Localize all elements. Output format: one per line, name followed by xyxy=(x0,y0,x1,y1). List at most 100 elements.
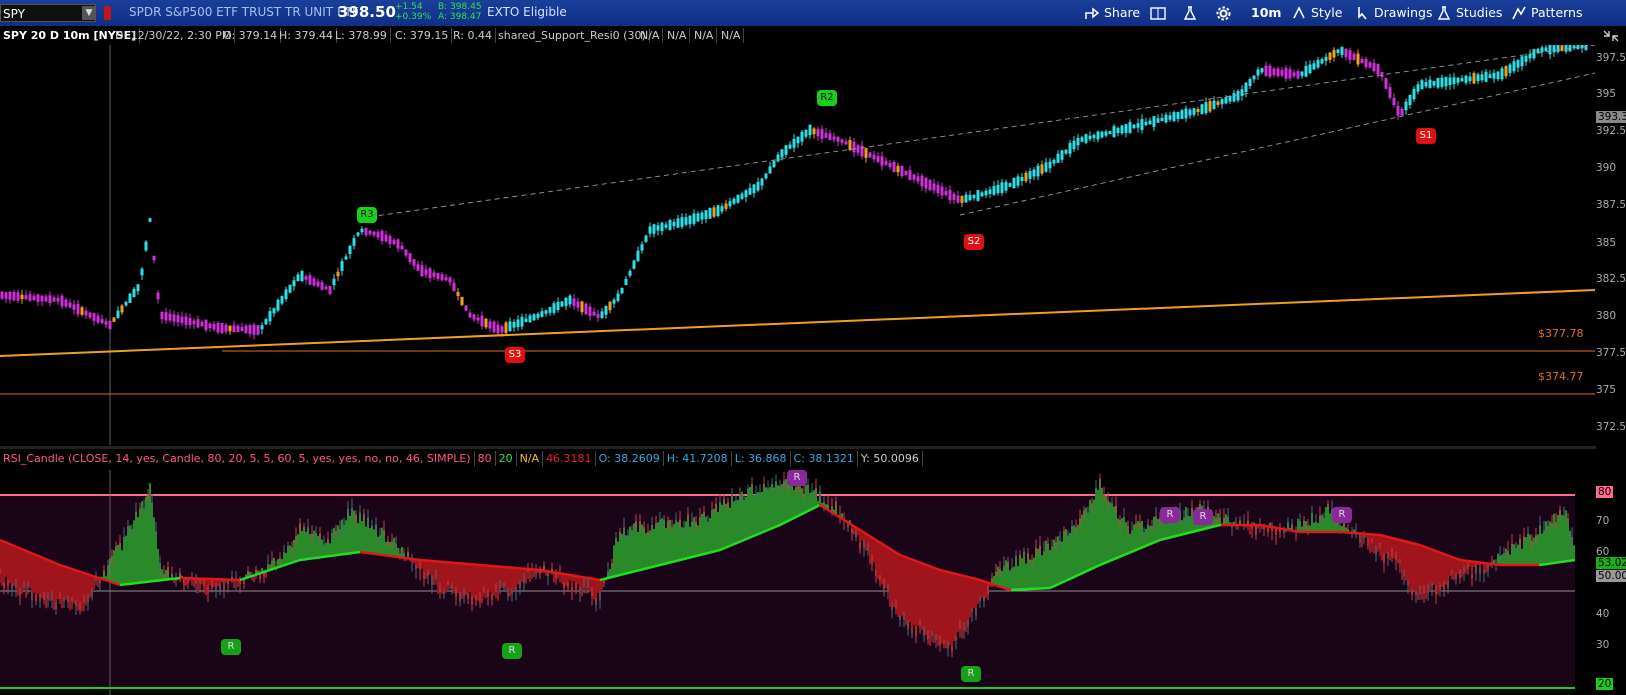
resistance-badge-r3[interactable]: R3 xyxy=(357,207,377,223)
price-candle xyxy=(1224,97,1228,104)
rsi-average-segment xyxy=(1274,526,1279,530)
rsi-divergence-badge[interactable]: R xyxy=(1332,507,1352,523)
channel-lower[interactable] xyxy=(959,72,1595,216)
settings-button[interactable] xyxy=(1216,4,1231,22)
flask-button[interactable] xyxy=(1183,4,1197,22)
red-flag-icon[interactable] xyxy=(104,6,111,20)
rsi-average-segment xyxy=(932,566,937,570)
rsi-reversal-badge[interactable]: R xyxy=(221,639,241,655)
price-tick: 382.5 xyxy=(1596,273,1626,285)
price-candle xyxy=(284,289,288,300)
price-candle xyxy=(1004,182,1008,191)
price-candle xyxy=(1356,53,1360,65)
rsi-average-segment xyxy=(1259,523,1264,527)
price-candle xyxy=(748,187,752,195)
price-candle xyxy=(1092,134,1096,139)
price-candle xyxy=(984,190,988,196)
studies-button[interactable]: Studies xyxy=(1437,4,1502,22)
rsi-average-segment xyxy=(764,528,769,533)
rsi-divergence-badge[interactable]: R xyxy=(1160,507,1180,523)
rsi-average-segment xyxy=(1445,553,1450,558)
rsi-average-segment xyxy=(548,570,553,574)
price-candle xyxy=(612,299,616,304)
rsi-average-segment xyxy=(290,560,295,565)
interval-button[interactable]: 10m xyxy=(1251,4,1281,22)
price-candle xyxy=(360,228,364,233)
price-candle xyxy=(696,213,700,222)
rsi-average-segment xyxy=(701,552,706,556)
rsi-average-segment xyxy=(1157,538,1162,543)
rsi-reversal-badge[interactable]: R xyxy=(961,666,981,682)
flexible-grid-button[interactable] xyxy=(1150,4,1166,22)
rsi-divergence-badge[interactable]: R xyxy=(787,470,807,486)
price-candle xyxy=(176,315,180,323)
price-candle xyxy=(896,165,900,173)
study-label[interactable]: shared_Support_Resi0 (30) xyxy=(495,28,650,43)
rsi-average-segment xyxy=(1148,542,1153,546)
price-candle xyxy=(388,236,392,244)
rsi-average-segment xyxy=(650,565,655,569)
price-candle xyxy=(912,174,916,180)
rsi-average-segment xyxy=(59,563,64,568)
rsi-average-segment xyxy=(1412,542,1417,546)
price-tick: 380 xyxy=(1596,310,1617,322)
price-candle xyxy=(656,225,660,231)
price-candle xyxy=(1164,114,1168,123)
price-candle xyxy=(64,299,68,307)
price-candle xyxy=(1136,123,1140,128)
rsi-reversal-badge[interactable]: R xyxy=(502,643,522,659)
price-candle xyxy=(396,239,400,249)
rsi-average-segment xyxy=(41,556,46,560)
exto-eligible-link[interactable]: EXTO Eligible xyxy=(487,5,567,19)
rsi-chart[interactable] xyxy=(0,470,1596,695)
support-badge-s2[interactable]: S2 xyxy=(964,234,984,250)
resistance-badge-r2[interactable]: R2 xyxy=(817,90,837,106)
price-candle xyxy=(96,315,100,323)
rsi-study-label[interactable]: RSI_Candle (CLOSE, 14, yes, Candle, 80, … xyxy=(0,451,475,466)
patterns-button[interactable]: Patterns xyxy=(1512,4,1582,22)
rsi-average-segment xyxy=(1394,537,1399,541)
rsi-average-segment xyxy=(962,574,967,578)
price-candle xyxy=(888,162,892,168)
rsi-average-segment xyxy=(659,563,664,567)
drawings-button[interactable]: Drawings xyxy=(1355,4,1433,22)
price-candle xyxy=(1040,164,1044,174)
trend-line[interactable] xyxy=(0,289,1595,357)
support-badge-s3[interactable]: S3 xyxy=(505,347,525,363)
price-candle xyxy=(500,326,504,333)
price-candle xyxy=(708,207,712,219)
price-candle xyxy=(856,145,860,153)
rsi-average-segment xyxy=(782,520,787,525)
rsi-divergence-badge[interactable]: R xyxy=(1193,509,1213,525)
price-candle xyxy=(688,215,692,225)
rsi-average-segment xyxy=(1121,553,1126,557)
support-badge-s1[interactable]: S1 xyxy=(1416,128,1436,144)
price-candle xyxy=(1312,63,1316,70)
rsi-average-segment xyxy=(1109,558,1114,562)
bar-close: C: 379.15 xyxy=(392,28,453,43)
style-button[interactable]: Style xyxy=(1292,4,1342,22)
price-candle xyxy=(420,265,424,277)
price-axis[interactable]: 397.5 395 392.5 390 387.5 385 382.5 380 … xyxy=(1596,45,1626,695)
rsi-average-segment xyxy=(812,505,817,510)
price-candle xyxy=(1348,50,1352,60)
rsi-average-segment xyxy=(89,573,94,578)
price-chart[interactable] xyxy=(0,45,1595,445)
rsi-average-segment xyxy=(1280,527,1285,531)
rsi-average-segment xyxy=(104,578,109,583)
price-candle xyxy=(1304,65,1308,77)
price-candle xyxy=(784,145,788,155)
price-candle xyxy=(224,324,228,332)
symbol-dropdown-icon[interactable]: ▼ xyxy=(82,6,96,20)
price-candle xyxy=(660,222,664,232)
share-button[interactable]: Share xyxy=(1085,4,1140,22)
price-candle xyxy=(160,311,164,320)
price-candle xyxy=(1564,45,1568,52)
price-candle xyxy=(1152,116,1156,127)
price-candle xyxy=(592,311,596,316)
price-candle xyxy=(488,321,492,329)
price-tick: 390 xyxy=(1596,162,1617,174)
collapse-icon[interactable] xyxy=(1600,27,1622,43)
pane-divider[interactable] xyxy=(0,446,1596,449)
bar-low: L: 378.99 xyxy=(332,28,391,43)
